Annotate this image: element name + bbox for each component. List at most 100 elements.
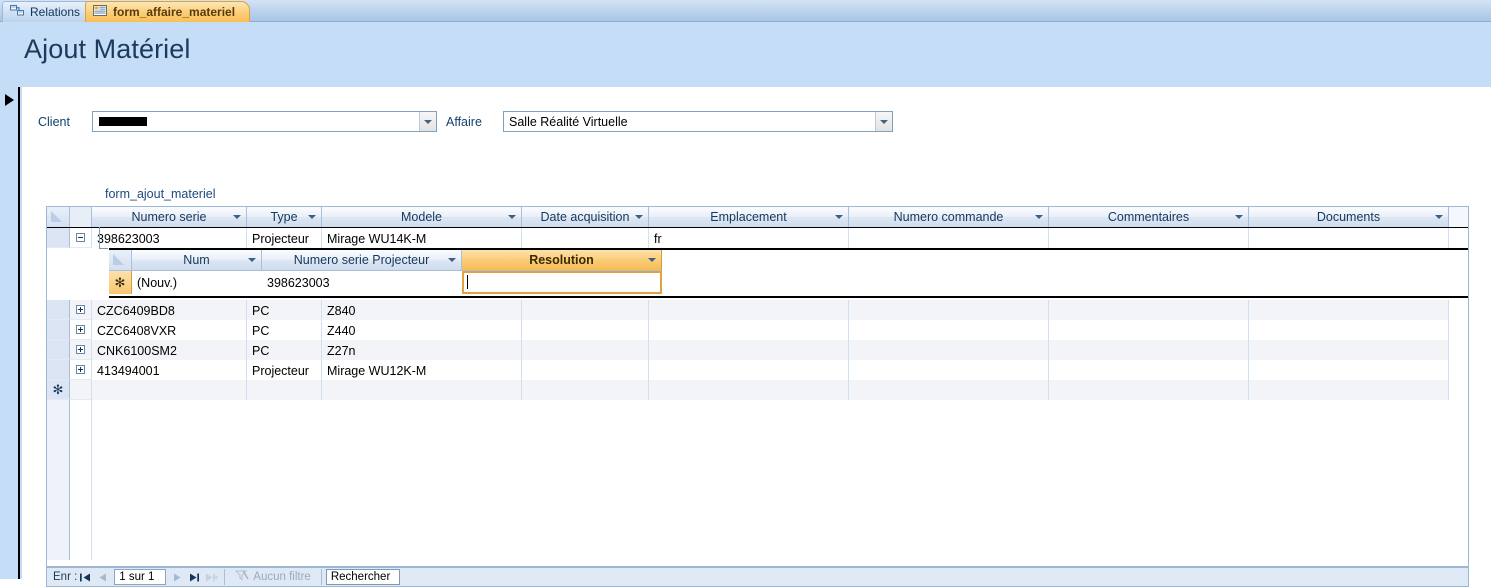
new-cell-date-acquisition[interactable] bbox=[522, 380, 649, 400]
row-expand-toggle[interactable] bbox=[70, 320, 92, 340]
chevron-down-icon[interactable] bbox=[1035, 215, 1043, 219]
table-row[interactable]: CZC6409BD8 PC Z840 bbox=[47, 300, 1468, 320]
shutter-bar-expand-icon[interactable] bbox=[5, 94, 14, 106]
column-header-numero-commande[interactable]: Numero commande bbox=[849, 207, 1049, 228]
chevron-down-icon[interactable] bbox=[233, 215, 241, 219]
row-selector[interactable] bbox=[47, 340, 70, 360]
next-record-icon[interactable] bbox=[169, 569, 186, 585]
cell-numero-serie[interactable]: CZC6408VXR bbox=[92, 320, 247, 340]
table-row[interactable]: CZC6408VXR PC Z440 bbox=[47, 320, 1468, 340]
cell-date-acquisition[interactable] bbox=[522, 360, 649, 380]
new-record-marker[interactable]: ✻ bbox=[47, 380, 70, 400]
cell-numero-commande[interactable] bbox=[849, 300, 1049, 320]
search-input[interactable]: Rechercher bbox=[325, 569, 400, 585]
cell-documents[interactable] bbox=[1249, 360, 1449, 380]
plus-icon[interactable] bbox=[76, 305, 85, 314]
cell-modele[interactable]: Z440 bbox=[322, 320, 522, 340]
cell-date-acquisition[interactable] bbox=[522, 228, 649, 248]
column-header-modele[interactable]: Modele bbox=[322, 207, 522, 228]
cell-modele[interactable]: Z27n bbox=[322, 340, 522, 360]
cell-type[interactable]: Projecteur bbox=[247, 228, 322, 248]
first-record-icon[interactable] bbox=[77, 569, 94, 585]
client-combobox[interactable] bbox=[92, 111, 437, 132]
row-collapse-toggle[interactable] bbox=[70, 228, 92, 248]
subcolumn-header-resolution[interactable]: Resolution bbox=[462, 250, 662, 271]
cell-documents[interactable] bbox=[1249, 228, 1449, 248]
last-record-icon[interactable] bbox=[186, 569, 203, 585]
cell-emplacement[interactable] bbox=[649, 340, 849, 360]
chevron-down-icon[interactable] bbox=[635, 215, 643, 219]
affaire-combobox[interactable]: Salle Réalité Virtuelle bbox=[503, 111, 893, 132]
filter-status[interactable]: Aucun filtre bbox=[229, 570, 317, 584]
cell-numero-serie[interactable]: 413494001 bbox=[92, 360, 247, 380]
chevron-down-icon[interactable] bbox=[419, 112, 436, 131]
row-selector[interactable] bbox=[47, 300, 70, 320]
new-cell-numero-commande[interactable] bbox=[849, 380, 1049, 400]
row-expand-toggle[interactable] bbox=[70, 360, 92, 380]
cell-numero-serie[interactable]: CNK6100SM2 bbox=[92, 340, 247, 360]
subcell-numero-serie-projecteur[interactable]: 398623003 bbox=[262, 271, 462, 294]
cell-numero-commande[interactable] bbox=[849, 360, 1049, 380]
cell-commentaires[interactable] bbox=[1049, 300, 1249, 320]
new-record-row[interactable]: ✻ bbox=[47, 380, 1468, 400]
subcell-resolution[interactable] bbox=[462, 271, 662, 294]
column-header-emplacement[interactable]: Emplacement bbox=[649, 207, 849, 228]
cell-emplacement[interactable] bbox=[649, 360, 849, 380]
tab-relations[interactable]: Relations bbox=[2, 1, 96, 22]
plus-icon[interactable] bbox=[76, 345, 85, 354]
chevron-down-icon[interactable] bbox=[1235, 215, 1243, 219]
new-record-icon[interactable] bbox=[203, 569, 220, 585]
cell-type[interactable]: Projecteur bbox=[247, 360, 322, 380]
navigation-pane-shutter-bar[interactable] bbox=[0, 87, 20, 579]
chevron-down-icon[interactable] bbox=[835, 215, 843, 219]
cell-modele[interactable]: Mirage WU12K-M bbox=[322, 360, 522, 380]
subdatasheet-select-all-corner[interactable] bbox=[109, 250, 132, 271]
cell-numero-serie[interactable]: CZC6409BD8 bbox=[92, 300, 247, 320]
table-row[interactable]: 413494001 Projecteur Mirage WU12K-M bbox=[47, 360, 1468, 380]
subcolumn-header-num[interactable]: Num bbox=[132, 250, 262, 271]
row-expand-toggle[interactable] bbox=[70, 300, 92, 320]
tab-form-affaire-materiel[interactable]: form_affaire_materiel bbox=[85, 1, 251, 22]
row-selector[interactable] bbox=[47, 320, 70, 340]
cell-numero-commande[interactable] bbox=[849, 320, 1049, 340]
cell-numero-commande[interactable] bbox=[849, 340, 1049, 360]
cell-commentaires[interactable] bbox=[1049, 360, 1249, 380]
cell-documents[interactable] bbox=[1249, 340, 1449, 360]
plus-icon[interactable] bbox=[76, 365, 85, 374]
cell-emplacement[interactable] bbox=[649, 300, 849, 320]
cell-documents[interactable] bbox=[1249, 320, 1449, 340]
column-header-documents[interactable]: Documents bbox=[1249, 207, 1449, 228]
cell-type[interactable]: PC bbox=[247, 300, 322, 320]
new-cell-modele[interactable] bbox=[322, 380, 522, 400]
column-header-date-acquisition[interactable]: Date acquisition bbox=[522, 207, 649, 228]
cell-documents[interactable] bbox=[1249, 300, 1449, 320]
chevron-down-icon[interactable] bbox=[248, 258, 256, 262]
cell-commentaires[interactable] bbox=[1049, 228, 1249, 248]
select-all-corner[interactable] bbox=[47, 207, 70, 228]
chevron-down-icon[interactable] bbox=[1435, 215, 1443, 219]
previous-record-icon[interactable] bbox=[94, 569, 111, 585]
table-row[interactable]: CNK6100SM2 PC Z27n bbox=[47, 340, 1468, 360]
column-header-numero-serie[interactable]: Numero serie bbox=[92, 207, 247, 228]
column-header-commentaires[interactable]: Commentaires bbox=[1049, 207, 1249, 228]
cell-date-acquisition[interactable] bbox=[522, 320, 649, 340]
cell-numero-serie[interactable]: 398623003 bbox=[92, 228, 247, 248]
cell-type[interactable]: PC bbox=[247, 320, 322, 340]
cell-modele[interactable]: Mirage WU14K-M bbox=[322, 228, 522, 248]
cell-emplacement[interactable]: fr bbox=[649, 228, 849, 248]
chevron-down-icon[interactable] bbox=[648, 258, 656, 262]
column-header-type[interactable]: Type bbox=[247, 207, 322, 228]
chevron-down-icon[interactable] bbox=[448, 258, 456, 262]
new-cell-emplacement[interactable] bbox=[649, 380, 849, 400]
cell-commentaires[interactable] bbox=[1049, 320, 1249, 340]
cell-type[interactable]: PC bbox=[247, 340, 322, 360]
table-row[interactable]: 398623003 Projecteur Mirage WU14K-M fr bbox=[47, 228, 1468, 248]
row-selector[interactable] bbox=[47, 228, 70, 248]
plus-icon[interactable] bbox=[76, 325, 85, 334]
cell-date-acquisition[interactable] bbox=[522, 300, 649, 320]
row-selector[interactable] bbox=[47, 360, 70, 380]
cell-emplacement[interactable] bbox=[649, 320, 849, 340]
new-cell-documents[interactable] bbox=[1249, 380, 1449, 400]
cell-numero-commande[interactable] bbox=[849, 228, 1049, 248]
subdatasheet-new-row[interactable]: ✻ (Nouv.) 398623003 bbox=[109, 271, 1468, 294]
